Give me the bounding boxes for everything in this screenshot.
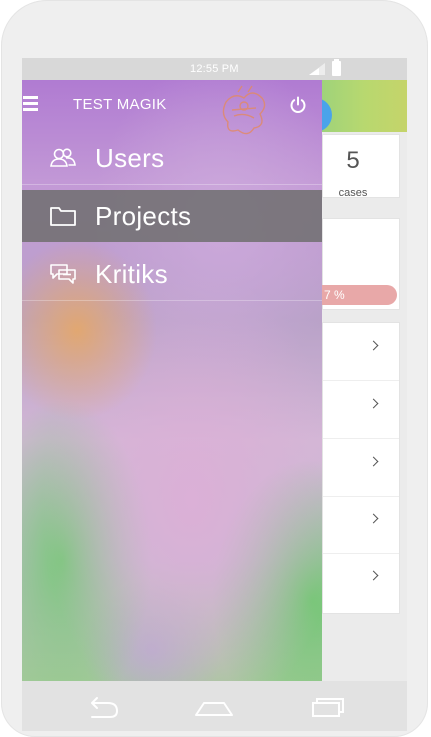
chevron-right-icon bbox=[368, 513, 379, 524]
chevron-right-icon bbox=[368, 340, 379, 351]
drawer-item-label: Users bbox=[95, 143, 165, 173]
power-icon[interactable] bbox=[289, 96, 307, 114]
list-item[interactable] bbox=[323, 553, 399, 610]
drawer-item-users[interactable]: Users bbox=[22, 132, 322, 185]
cases-label: cases bbox=[338, 187, 368, 199]
home-icon[interactable] bbox=[194, 691, 234, 721]
chat-bubbles-icon bbox=[50, 264, 76, 284]
battery-icon bbox=[332, 59, 341, 76]
chevron-right-icon bbox=[368, 456, 379, 467]
cases-count: 5 bbox=[346, 147, 360, 174]
status-bar: 12:55 PM bbox=[22, 58, 407, 80]
drawer-item-label: Kritiks bbox=[95, 259, 168, 289]
list-item[interactable] bbox=[323, 439, 399, 497]
chevron-right-icon bbox=[368, 570, 379, 581]
folder-icon bbox=[50, 207, 76, 226]
recent-apps-icon[interactable] bbox=[307, 691, 347, 721]
drawer-item-projects[interactable]: Projects bbox=[22, 190, 322, 242]
navigation-drawer: TEST MAGIK Users Projects Kritiks bbox=[22, 80, 322, 681]
list-item[interactable] bbox=[323, 496, 399, 554]
drawer-item-label: Projects bbox=[95, 201, 192, 231]
drawer-title: TEST MAGIK bbox=[73, 96, 167, 113]
signal-icon bbox=[309, 63, 325, 75]
cases-stat-card[interactable]: 5 cases bbox=[322, 134, 400, 199]
progress-badge: 7 % bbox=[312, 285, 397, 305]
hamburger-menu-icon[interactable] bbox=[23, 96, 38, 112]
drawer-item-kritiks[interactable]: Kritiks bbox=[22, 248, 322, 301]
project-list-card bbox=[322, 322, 400, 614]
status-time: 12:55 PM bbox=[190, 63, 239, 75]
progress-text: 7 % bbox=[324, 288, 345, 302]
drawer-header: TEST MAGIK bbox=[22, 80, 322, 135]
chevron-right-icon bbox=[368, 398, 379, 409]
device-screen: 5 cases 7 % 12:55 PM TEST MAGIK Users Pr… bbox=[22, 58, 407, 681]
users-icon bbox=[50, 148, 76, 167]
list-item[interactable] bbox=[323, 381, 399, 439]
system-navigation-bar bbox=[22, 681, 407, 731]
app-header-background bbox=[322, 80, 407, 132]
back-icon[interactable] bbox=[84, 691, 124, 721]
list-item[interactable] bbox=[323, 323, 399, 381]
